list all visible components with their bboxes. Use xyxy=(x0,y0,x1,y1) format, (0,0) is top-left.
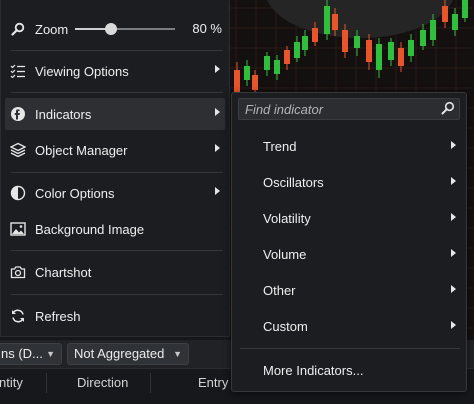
list-checks-icon xyxy=(10,63,26,79)
candle-body xyxy=(252,75,258,90)
candle-body xyxy=(408,40,414,56)
menu-item-label: Chartshot xyxy=(35,264,92,280)
chevron-down-icon: ▼ xyxy=(173,349,182,359)
menu-divider xyxy=(11,250,223,251)
zoom-slider-handle[interactable] xyxy=(105,23,117,35)
column-divider[interactable] xyxy=(150,373,151,393)
zoom-slider[interactable] xyxy=(75,23,175,35)
candle-body xyxy=(274,60,280,74)
menu-item-label: Background Image xyxy=(35,221,145,237)
chart-context-menu: Zoom 80 % Viewing Options Indicators Obj… xyxy=(0,0,230,337)
submenu-item-label: More Indicators... xyxy=(263,363,364,378)
candle-body xyxy=(398,48,404,66)
menu-item-refresh[interactable]: Refresh xyxy=(5,300,225,332)
indicators-icon xyxy=(10,106,26,122)
submenu-item-label: Other xyxy=(263,283,296,298)
chevron-right-icon xyxy=(451,177,456,185)
submenu-item-oscillators[interactable]: Oscillators xyxy=(232,167,466,197)
column-header-quantity[interactable]: ntity xyxy=(0,375,23,390)
candle-body xyxy=(342,30,348,52)
column-header-direction[interactable]: Direction xyxy=(77,375,128,390)
chevron-right-icon xyxy=(451,321,456,329)
candle-body xyxy=(284,50,290,64)
submenu-item-label: Volume xyxy=(263,247,307,262)
menu-item-indicators[interactable]: Indicators xyxy=(5,98,225,130)
column-divider[interactable] xyxy=(46,373,47,393)
candle-body xyxy=(376,44,382,70)
chevron-right-icon xyxy=(215,108,220,116)
chevron-right-icon xyxy=(451,141,456,149)
menu-item-color-options[interactable]: Color Options xyxy=(5,177,225,209)
menu-divider xyxy=(11,50,223,51)
search-icon[interactable] xyxy=(441,101,455,120)
candle-body xyxy=(462,0,468,18)
menu-item-label: Object Manager xyxy=(35,142,128,158)
indicator-search-input[interactable] xyxy=(239,99,441,119)
candle-body xyxy=(388,42,394,60)
submenu-divider xyxy=(240,348,460,349)
chevron-right-icon xyxy=(215,187,220,195)
menu-item-chartshot[interactable]: Chartshot xyxy=(5,256,225,288)
submenu-item-label: Trend xyxy=(263,139,297,154)
column-header-entry[interactable]: Entry xyxy=(198,375,228,390)
candle-body xyxy=(264,56,270,70)
menu-item-label: Color Options xyxy=(35,185,115,201)
camera-icon xyxy=(10,264,26,280)
menu-item-label: Indicators xyxy=(35,106,92,122)
chevron-right-icon xyxy=(215,144,220,152)
chevron-right-icon xyxy=(215,65,220,73)
palette-icon xyxy=(10,185,26,201)
menu-item-object-manager[interactable]: Object Manager xyxy=(5,134,225,166)
menu-divider xyxy=(11,172,223,173)
submenu-item-label: Oscillators xyxy=(263,175,324,190)
menu-item-background-image[interactable]: Background Image xyxy=(5,213,225,245)
zoom-value: 80 % xyxy=(192,21,222,36)
menu-item-viewing-options[interactable]: Viewing Options xyxy=(5,55,225,87)
column-select[interactable]: ns (D... ▼ xyxy=(0,343,62,365)
chevron-right-icon xyxy=(451,213,456,221)
menu-item-label: Refresh xyxy=(35,308,81,324)
submenu-item-custom[interactable]: Custom xyxy=(232,311,466,341)
submenu-item-other[interactable]: Other xyxy=(232,275,466,305)
chevron-right-icon xyxy=(451,285,456,293)
indicators-submenu: Trend Oscillators Volatility Volume Othe… xyxy=(231,92,467,392)
chevron-right-icon xyxy=(451,249,456,257)
column-select-value: ns (D... xyxy=(1,346,43,361)
candle-body xyxy=(442,6,448,22)
layers-icon xyxy=(10,142,26,158)
submenu-item-label: Volatility xyxy=(263,211,311,226)
submenu-item-volume[interactable]: Volume xyxy=(232,239,466,269)
zoom-label: Zoom xyxy=(35,21,69,37)
indicator-search[interactable] xyxy=(238,98,460,120)
candle-body xyxy=(430,20,436,40)
refresh-icon xyxy=(10,308,26,324)
candle-body xyxy=(420,30,426,46)
candle-body xyxy=(354,36,360,48)
submenu-item-label: Custom xyxy=(263,319,308,334)
chart-watermark xyxy=(267,0,453,38)
zoom-icon xyxy=(10,21,26,37)
candle-body xyxy=(244,66,250,80)
candle-body xyxy=(294,42,300,58)
menu-divider xyxy=(11,294,223,295)
zoom-control: Zoom 80 % xyxy=(5,13,225,45)
candle-body xyxy=(366,40,372,62)
menu-divider xyxy=(11,92,223,93)
submenu-item-more-indicators[interactable]: More Indicators... xyxy=(232,355,466,385)
image-icon xyxy=(10,221,26,237)
aggregation-select[interactable]: Not Aggregated ▼ xyxy=(67,343,189,365)
candle-body xyxy=(452,14,458,30)
submenu-item-trend[interactable]: Trend xyxy=(232,131,466,161)
chevron-down-icon: ▼ xyxy=(46,349,55,359)
candle-body xyxy=(234,70,240,92)
candle-body xyxy=(332,14,338,30)
candle-body xyxy=(302,36,308,50)
candle-body xyxy=(324,6,330,34)
aggregation-select-value: Not Aggregated xyxy=(74,346,165,361)
submenu-item-volatility[interactable]: Volatility xyxy=(232,203,466,233)
candle-body xyxy=(312,28,318,42)
menu-item-label: Viewing Options xyxy=(35,63,129,79)
